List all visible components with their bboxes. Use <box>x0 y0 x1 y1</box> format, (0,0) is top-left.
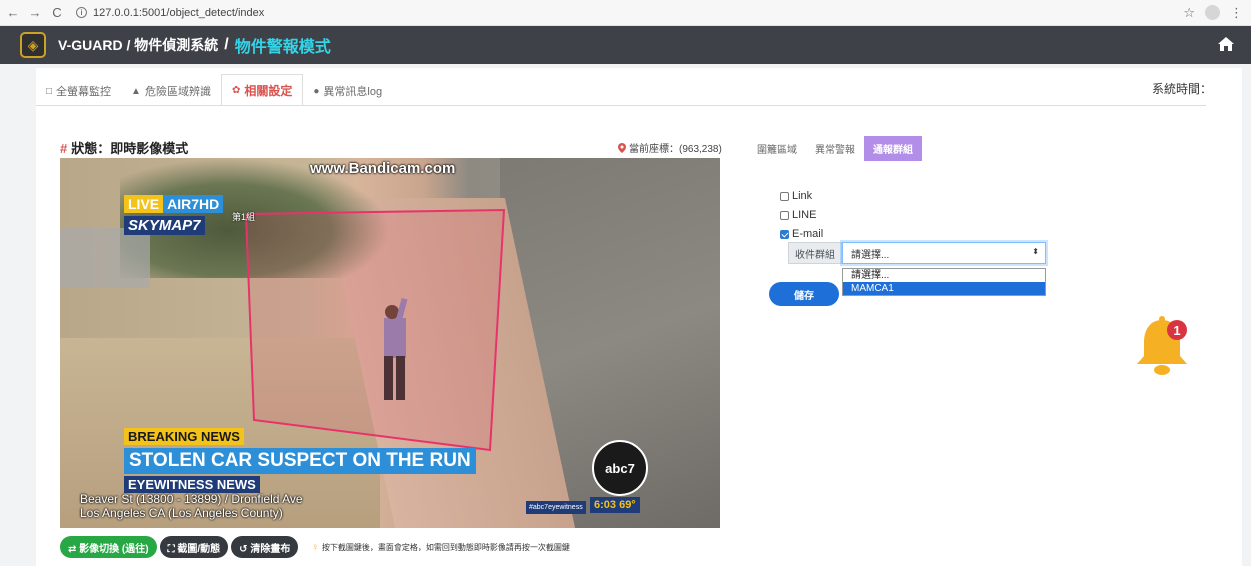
location-caption: Beaver St (13800 - 13899) / Dronfield Av… <box>80 492 303 520</box>
breaking-news-badge: BREAKING NEWS <box>124 428 244 445</box>
news-headline: STOLEN CAR SUSPECT ON THE RUN <box>124 448 476 474</box>
gear-icon: ✿ <box>231 85 241 96</box>
capture-button[interactable]: ⛶ 截圖/動態 <box>159 536 229 558</box>
subtab-notify-group[interactable]: 通報群組 <box>864 136 922 161</box>
mode-title: 物件警報模式 <box>234 39 331 56</box>
option-link[interactable]: Link <box>780 190 812 202</box>
skymap-badge: SKYMAP7 <box>124 216 205 235</box>
main-tabs: □ 全螢幕監控 ▲ 危險區域辨識 ✿ 相關設定 ● 異常訊息log <box>36 68 392 106</box>
hash-icon: # <box>60 141 68 156</box>
video-controls: ⇄ 影像切換 (過往) ⛶ 截圖/動態 ↺ 清除畫布 ♀ 按下截圖鍵後，畫面會定… <box>60 536 570 558</box>
shield-logo-icon: ◈ <box>20 32 46 58</box>
browser-menu-icon[interactable]: ⋮ <box>1230 5 1243 21</box>
address-line-2: Los Angeles CA (Los Angeles County) <box>80 506 283 520</box>
live-badge: LIVE AIR7HD <box>124 195 224 213</box>
clear-canvas-button[interactable]: ↺ 清除畫布 <box>231 536 299 558</box>
monitor-icon: □ <box>46 85 53 97</box>
switch-video-button[interactable]: ⇄ 影像切換 (過往) <box>60 536 157 558</box>
email-checkbox[interactable] <box>780 229 789 239</box>
hint-text: 按下截圖鍵後，畫面會定格，如需回到動態即時影像請再按一次截圖鍵 <box>321 542 570 552</box>
browser-toolbar: ← → C i 127.0.0.1:5001/object_detect/ind… <box>0 0 1251 26</box>
bandicam-watermark: www.Bandicam.com <box>310 160 456 177</box>
browser-actions: ☆ ⋮ <box>1183 5 1243 21</box>
system-time-label: 系統時間： <box>1151 82 1212 96</box>
select-arrows-icon: ⬍ <box>1032 247 1039 256</box>
zone-label: 第1組 <box>232 212 256 222</box>
option-line[interactable]: LINE <box>780 209 816 221</box>
video-feed[interactable]: 第1組 www.Bandicam.com LIVE AIR7HD SKYMAP7… <box>60 158 720 528</box>
capture-hint: ♀ 按下截圖鍵後，畫面會定格，如需回到動態即時影像請再按一次截圖鍵 <box>311 542 570 553</box>
select-value: 請選擇... <box>851 249 890 261</box>
air-text: AIR7HD <box>163 195 224 213</box>
news-hashtag: #abc7eyewitness <box>526 501 586 514</box>
notification-count: 1 <box>1173 323 1180 338</box>
dropdown-option-selected[interactable]: MAMCA1 <box>843 282 1045 295</box>
status-title: # 狀態：即時影像模式 <box>60 138 188 157</box>
recipient-group-dropdown: 請選擇... MAMCA1 <box>842 268 1046 296</box>
forward-arrow-icon[interactable]: → <box>26 5 44 20</box>
profile-avatar-icon[interactable] <box>1205 5 1220 20</box>
chat-bubble-icon: ● <box>313 85 320 97</box>
url-text: 127.0.0.1:5001/object_detect/index <box>93 6 265 19</box>
tab-abnormal-log[interactable]: ● 異常訊息log <box>303 76 392 106</box>
current-coordinate: 當前座標：(963,238) <box>618 140 722 155</box>
recipient-group-label: 收件群組 <box>788 242 842 264</box>
subtab-abnormal-alert[interactable]: 異常警報 <box>806 136 864 161</box>
live-text: LIVE <box>124 195 164 213</box>
reload-icon[interactable]: C <box>48 5 66 20</box>
link-checkbox[interactable] <box>780 191 789 201</box>
subtab-fence-area[interactable]: 圍籬區域 <box>748 136 806 161</box>
bookmark-star-icon[interactable]: ☆ <box>1183 5 1195 21</box>
app-header: ◈ V-GUARD / 物件偵測系統 / 物件警報模式 <box>0 26 1251 64</box>
main-card: □ 全螢幕監控 ▲ 危險區域辨識 ✿ 相關設定 ● 異常訊息log 系統時間： … <box>36 68 1242 566</box>
back-arrow-icon[interactable]: ← <box>4 5 22 20</box>
dropdown-option[interactable]: 請選擇... <box>843 269 1045 282</box>
address-line-1: Beaver St (13800 - 13899) / Dronfield Av… <box>80 492 303 506</box>
info-icon[interactable]: i <box>76 7 87 18</box>
tab-label: 異常訊息log <box>323 86 383 98</box>
status-text: 狀態：即時影像模式 <box>71 141 189 156</box>
brand-title: V-GUARD / 物件偵測系統 <box>58 37 219 53</box>
tabs-divider <box>36 105 1206 106</box>
line-checkbox[interactable] <box>780 210 789 220</box>
save-button[interactable]: 儲存 <box>769 282 839 306</box>
tab-fullscreen-monitor[interactable]: □ 全螢幕監控 <box>36 76 121 106</box>
notification-bell-icon[interactable]: 1 <box>1132 314 1192 380</box>
option-label: E-mail <box>792 228 824 240</box>
map-pin-icon <box>618 142 626 153</box>
tab-settings[interactable]: ✿ 相關設定 <box>220 74 304 106</box>
warning-icon: ▲ <box>131 85 141 97</box>
tab-label: 相關設定 <box>244 84 293 98</box>
news-clock: 6:03 69° <box>590 497 640 513</box>
abc7-logo: abc7 <box>592 440 648 496</box>
tab-danger-zone[interactable]: ▲ 危險區域辨識 <box>121 76 221 106</box>
settings-subtabs: 圍籬區域 異常警報 通報群組 <box>748 136 922 161</box>
lightbulb-icon: ♀ <box>311 541 319 553</box>
home-icon[interactable] <box>1217 36 1235 52</box>
option-label: LINE <box>792 209 817 221</box>
coordinate-text: 當前座標：(963,238) <box>629 144 722 155</box>
recipient-group-select[interactable]: 請選擇... ⬍ <box>842 242 1046 264</box>
eyewitness-badge: EYEWITNESS NEWS <box>124 476 260 493</box>
tab-label: 危險區域辨識 <box>144 86 211 98</box>
option-label: Link <box>792 190 813 202</box>
tab-label: 全螢幕監控 <box>56 86 112 98</box>
option-email[interactable]: E-mail <box>780 228 823 240</box>
brand-separator: / <box>224 36 229 53</box>
address-bar[interactable]: i 127.0.0.1:5001/object_detect/index <box>76 7 264 19</box>
